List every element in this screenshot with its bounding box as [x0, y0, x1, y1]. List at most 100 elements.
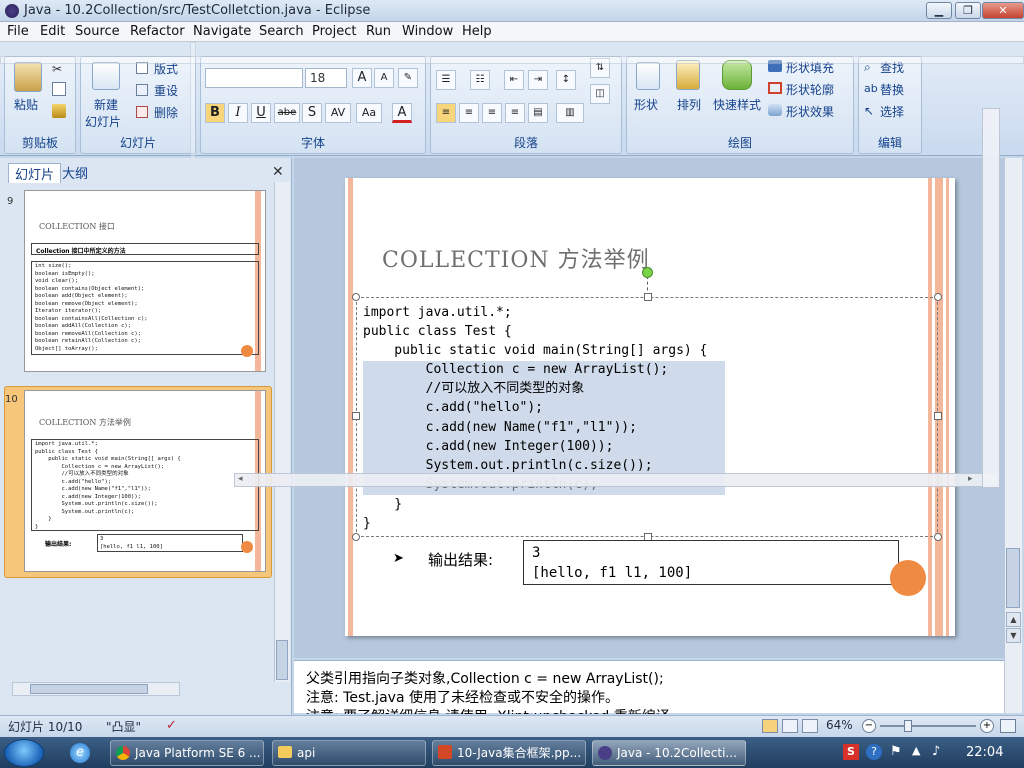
task-api-folder[interactable]: api — [272, 740, 426, 766]
slide-10-thumbnail[interactable]: COLLECTION 方法举例 import java.util.*; publ… — [24, 390, 266, 572]
menu-window[interactable]: Window — [402, 24, 453, 39]
close-button[interactable]: ✕ — [982, 2, 1024, 19]
view-sorter-button[interactable] — [782, 719, 798, 733]
menu-edit[interactable]: Edit — [40, 24, 65, 39]
zoom-slider-thumb[interactable] — [904, 720, 912, 732]
align-left-button[interactable]: ≡ — [436, 103, 456, 123]
shapes-icon[interactable] — [636, 62, 660, 90]
menu-run[interactable]: Run — [366, 24, 391, 39]
task-ppt[interactable]: 10-Java集合框架.pp... — [432, 740, 586, 766]
slides-panel-scrollbar[interactable] — [274, 182, 290, 682]
columns-button[interactable]: ▥ — [556, 103, 584, 123]
resize-handle-br[interactable] — [934, 533, 942, 541]
new-slide-label-2[interactable]: 幻灯片 — [85, 113, 121, 130]
arrange-icon[interactable] — [676, 60, 700, 90]
bullets-button[interactable]: ☰ — [436, 70, 456, 90]
next-slide-button[interactable]: ▼ — [1006, 628, 1021, 643]
delete-button[interactable]: 删除 — [154, 104, 178, 121]
clock[interactable]: 22:04 — [966, 745, 1003, 760]
clear-format-button[interactable]: ✎ — [398, 68, 418, 88]
view-normal-button[interactable] — [762, 719, 778, 733]
shapes-button[interactable]: 形状 — [634, 96, 658, 113]
menu-source[interactable]: Source — [75, 24, 120, 39]
task-java-platform[interactable]: Java Platform SE 6 ... — [110, 740, 264, 766]
format-painter-icon[interactable] — [52, 104, 66, 118]
output-box[interactable]: 3 [hello, f1 l1, 100] — [523, 540, 899, 585]
align-center-button[interactable]: ≡ — [459, 103, 479, 123]
resize-handle-bl[interactable] — [352, 533, 360, 541]
arrange-button[interactable]: 排列 — [677, 96, 701, 113]
menu-file[interactable]: File — [7, 24, 29, 39]
font-name-field[interactable] — [205, 68, 303, 88]
task-eclipse[interactable]: Java - 10.2Collecti... — [592, 740, 746, 766]
zoom-in-button[interactable]: + — [980, 719, 994, 733]
strikethrough-button[interactable]: abe — [274, 103, 300, 123]
view-slideshow-button[interactable] — [802, 719, 818, 733]
resize-handle-mr[interactable] — [934, 412, 942, 420]
shape-outline-button[interactable]: 形状轮廓 — [786, 81, 834, 98]
shape-effects-button[interactable]: 形状效果 — [786, 103, 834, 120]
numbering-button[interactable]: ☷ — [470, 70, 490, 90]
distributed-button[interactable]: ▤ — [528, 103, 548, 123]
underline-button[interactable]: U — [251, 103, 271, 123]
menu-navigate[interactable]: Navigate — [193, 24, 251, 39]
tab-outline[interactable]: 大纲 — [62, 163, 88, 183]
new-slide-label[interactable]: 新建 — [94, 96, 118, 113]
maximize-button[interactable]: ❐ — [955, 2, 981, 19]
change-case-button[interactable]: Aa — [356, 103, 382, 123]
paste-button-label[interactable]: 粘贴 — [14, 96, 38, 113]
slides-panel-scroll-thumb[interactable] — [276, 640, 288, 680]
tray-help-icon[interactable]: ? — [866, 744, 882, 760]
slide-9-thumbnail[interactable]: COLLECTION 接口 Collection 接口中所定义的方法 int s… — [24, 190, 266, 372]
italic-button[interactable]: I — [228, 103, 248, 123]
shrink-font-button[interactable]: A — [374, 68, 394, 88]
menu-search[interactable]: Search — [259, 24, 304, 39]
tray-s-icon[interactable]: S — [843, 744, 859, 760]
resize-handle-tl[interactable] — [352, 293, 360, 301]
start-button-icon[interactable] — [4, 739, 44, 767]
quick-styles-button[interactable]: 快速样式 — [713, 96, 761, 113]
select-button[interactable]: 选择 — [880, 103, 904, 120]
grow-font-button[interactable]: A — [352, 68, 372, 88]
menu-help[interactable]: Help — [462, 24, 492, 39]
editor-scroll-thumb[interactable] — [1006, 548, 1020, 608]
menu-project[interactable]: Project — [312, 24, 356, 39]
smartart-button[interactable]: ◫ — [590, 84, 610, 104]
quick-styles-icon[interactable] — [722, 60, 752, 90]
decrease-indent-button[interactable]: ⇤ — [504, 70, 524, 90]
cut-icon[interactable]: ✂ — [52, 62, 68, 76]
zoom-out-button[interactable]: − — [862, 719, 876, 733]
char-spacing-button[interactable]: AV — [325, 103, 351, 123]
minimize-button[interactable]: ▁ — [926, 2, 952, 19]
menu-refactor[interactable]: Refactor — [130, 24, 185, 39]
zoom-slider-track[interactable] — [880, 725, 976, 727]
slides-panel-hscroll-thumb[interactable] — [30, 684, 148, 694]
spellcheck-icon[interactable]: ✓ — [166, 718, 177, 733]
align-right-button[interactable]: ≡ — [482, 103, 502, 123]
prev-slide-button[interactable]: ▲ — [1006, 612, 1021, 627]
fit-window-button[interactable] — [1000, 719, 1016, 733]
shadow-button[interactable]: S — [302, 103, 322, 123]
tray-volume-icon[interactable]: ♪ — [932, 744, 940, 759]
justify-button[interactable]: ≡ — [505, 103, 525, 123]
ie-quicklaunch-icon[interactable]: e — [70, 743, 90, 763]
tray-network-icon[interactable]: ⚑ — [890, 744, 902, 759]
font-color-button[interactable]: A — [392, 103, 412, 123]
tab-slides[interactable]: 幻灯片 — [8, 163, 62, 183]
reset-button[interactable]: 重设 — [154, 82, 178, 99]
tray-arrow-icon[interactable]: ▲ — [912, 744, 920, 757]
rotate-handle[interactable] — [642, 267, 653, 278]
paste-icon[interactable] — [14, 62, 42, 92]
line-spacing-button[interactable]: ↕ — [556, 70, 576, 90]
increase-indent-button[interactable]: ⇥ — [528, 70, 548, 90]
font-size-field[interactable]: 18 — [305, 68, 347, 88]
bold-button[interactable]: B — [205, 103, 225, 123]
slide-title[interactable]: COLLECTION 方法举例 — [382, 242, 650, 274]
resize-handle-tr[interactable] — [934, 293, 942, 301]
copy-icon[interactable] — [52, 82, 66, 96]
resize-handle-tc[interactable] — [644, 293, 652, 301]
panel-close-button[interactable]: ✕ — [272, 164, 284, 180]
resize-handle-ml[interactable] — [352, 412, 360, 420]
new-slide-icon[interactable] — [92, 62, 120, 90]
replace-button[interactable]: 替换 — [880, 81, 904, 98]
